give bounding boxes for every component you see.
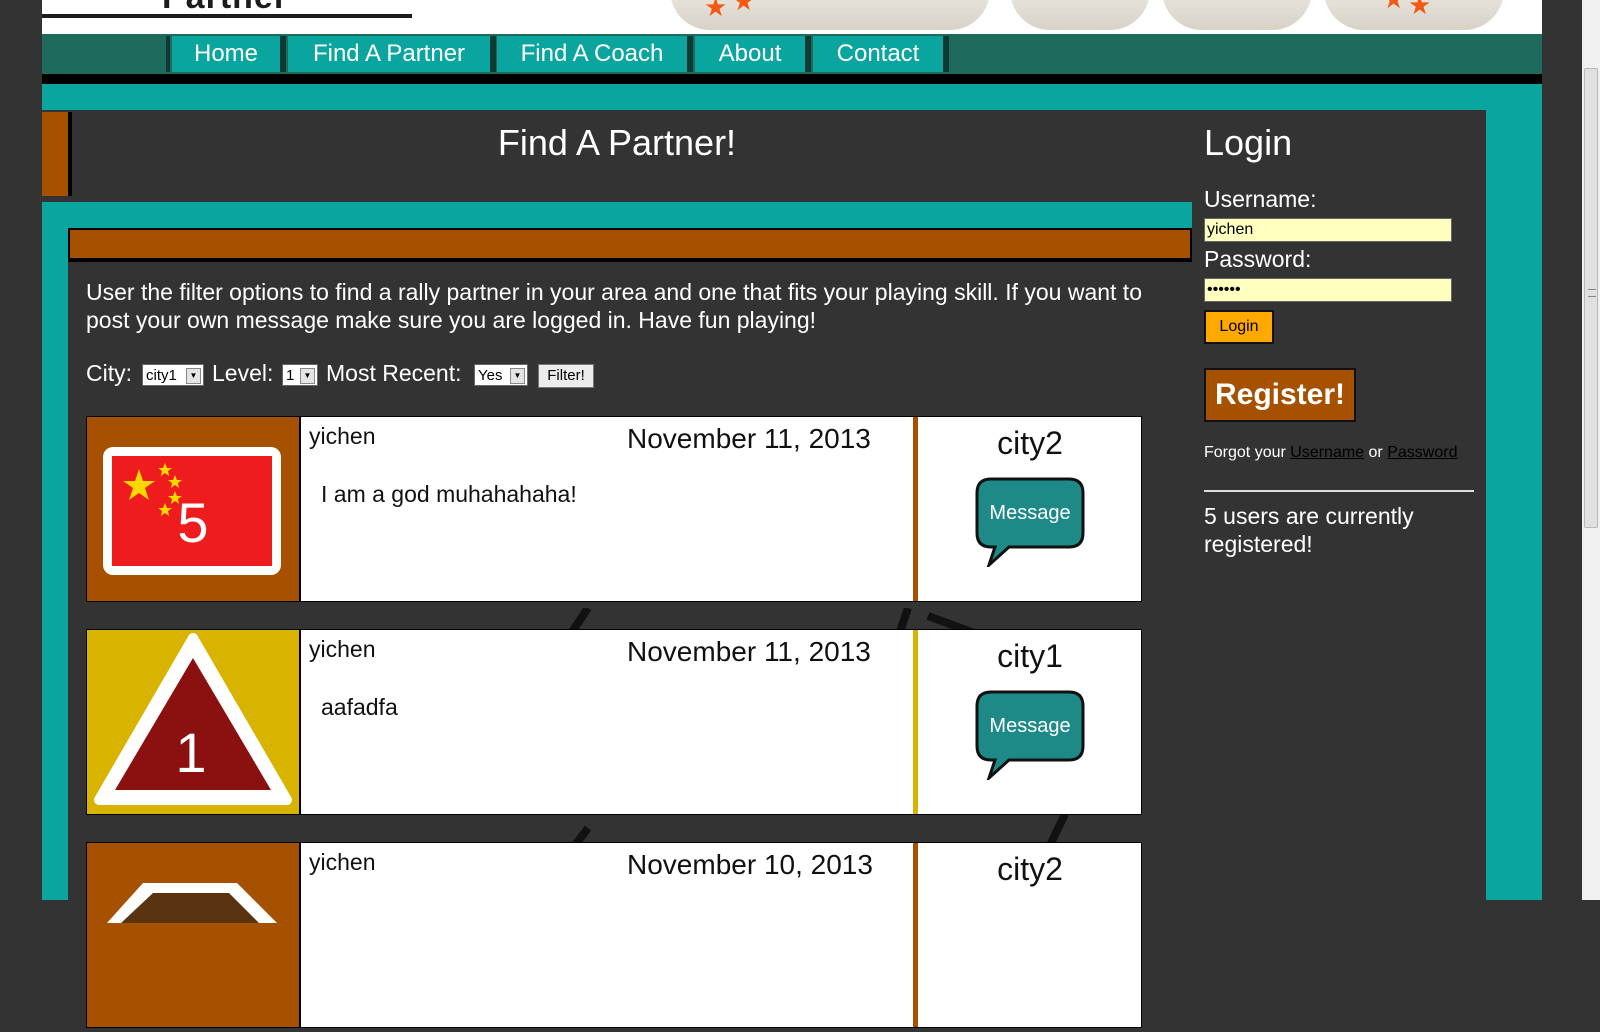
level-number: 5 xyxy=(177,491,208,554)
city-filter-label: City: xyxy=(86,360,132,386)
username-input[interactable]: yichen xyxy=(1204,218,1452,242)
post-username: yichen xyxy=(309,423,376,449)
post-message: I am a god muhahahaha! xyxy=(321,481,577,507)
post-divider xyxy=(913,843,918,1027)
page: Partner ★ ★ ★ ★ Home Find A Partner Find… xyxy=(42,0,1542,1028)
post-username: yichen xyxy=(309,849,376,875)
scrollbar-thumb[interactable] xyxy=(1584,68,1598,528)
level-select-value: 1 xyxy=(286,367,295,384)
city-select[interactable]: city1 ▼ xyxy=(142,364,204,386)
forgot-prefix: Forgot your xyxy=(1204,444,1286,461)
chevron-down-icon: ▼ xyxy=(300,368,315,384)
star-icon: ★ xyxy=(732,0,756,16)
register-button[interactable]: Register! xyxy=(1204,368,1356,422)
ping-pong-ball-image xyxy=(1010,0,1150,30)
login-title: Login xyxy=(1204,122,1293,163)
recent-filter-label: Most Recent: xyxy=(326,360,462,386)
password-label: Password: xyxy=(1204,246,1312,272)
post-date: November 11, 2013 xyxy=(627,636,871,667)
main-header: Find A Partner! xyxy=(42,110,1192,202)
partner-post: yichen November 10, 2013 city2 xyxy=(86,842,1142,1028)
message-button-label: Message xyxy=(989,502,1070,524)
triangle-level-icon: 1 xyxy=(87,630,301,814)
partner-post: 1 yichen November 11, 2013 aafadfa city1… xyxy=(86,629,1142,815)
page-title: Find A Partner! xyxy=(497,122,737,163)
message-button[interactable]: Message xyxy=(975,690,1085,783)
city-select-value: city1 xyxy=(146,367,177,384)
forgot-username-link[interactable]: Username xyxy=(1290,444,1364,461)
star-icon: ★ xyxy=(704,0,728,22)
grip-icon xyxy=(1588,289,1596,297)
nav-contact[interactable]: Contact xyxy=(813,36,949,72)
main-content: User the filter options to find a rally … xyxy=(68,228,1192,1028)
vertical-scrollbar[interactable] xyxy=(1582,0,1600,900)
china-flag-level-icon: 5 xyxy=(87,417,301,601)
star-icon: ★ xyxy=(1408,0,1432,20)
recent-select-value: Yes xyxy=(478,367,503,384)
password-input[interactable]: •••••• xyxy=(1204,278,1452,302)
intro-text: User the filter options to find a rally … xyxy=(86,279,1142,333)
post-date: November 10, 2013 xyxy=(627,849,873,880)
post-username: yichen xyxy=(309,636,376,662)
login-button[interactable]: Login xyxy=(1204,310,1274,344)
nav-home[interactable]: Home xyxy=(172,36,286,72)
nav-find-a-partner[interactable]: Find A Partner xyxy=(288,36,496,72)
recent-select[interactable]: Yes ▼ xyxy=(474,364,528,386)
post-city: city2 xyxy=(997,425,1063,461)
ping-pong-ball-image xyxy=(1162,0,1312,30)
message-button-label: Message xyxy=(989,715,1070,737)
registered-users-count: 5 users are currently registered! xyxy=(1204,503,1414,557)
level-select[interactable]: 1 ▼ xyxy=(282,364,318,386)
forgot-password-link[interactable]: Password xyxy=(1387,444,1457,461)
login-sidebar: Login Username: yichen Password: •••••• … xyxy=(1192,110,1486,900)
star-icon: ★ xyxy=(1382,0,1405,12)
level-filter-label: Level: xyxy=(212,360,274,386)
nav-about[interactable]: About xyxy=(695,36,811,72)
forgot-or: or xyxy=(1368,444,1383,461)
chevron-down-icon: ▼ xyxy=(510,368,525,384)
post-date: November 11, 2013 xyxy=(627,423,871,454)
logo-underline xyxy=(42,14,412,18)
octagon-level-icon xyxy=(87,843,301,1027)
forgot-credentials: Forgot your Username or Password xyxy=(1204,444,1457,462)
nav-find-a-coach[interactable]: Find A Coach xyxy=(497,36,693,72)
chevron-down-icon: ▼ xyxy=(186,368,201,384)
level-number: 1 xyxy=(175,721,206,784)
filter-button[interactable]: Filter! xyxy=(538,364,594,388)
header-banner: Partner ★ ★ ★ ★ xyxy=(42,0,1542,34)
nav-separator xyxy=(166,36,170,72)
post-divider xyxy=(913,630,918,814)
username-label: Username: xyxy=(1204,186,1317,212)
nav-bottom-border xyxy=(42,74,1542,84)
message-button[interactable]: Message xyxy=(975,477,1085,570)
post-divider xyxy=(913,417,918,601)
content-accent-bar xyxy=(68,228,1192,262)
post-message: aafadfa xyxy=(321,694,398,720)
post-city: city1 xyxy=(997,638,1063,674)
partner-post: 5 yichen November 11, 2013 I am a god mu… xyxy=(86,416,1142,602)
post-city: city2 xyxy=(997,851,1063,887)
sidebar-divider xyxy=(1204,490,1474,492)
